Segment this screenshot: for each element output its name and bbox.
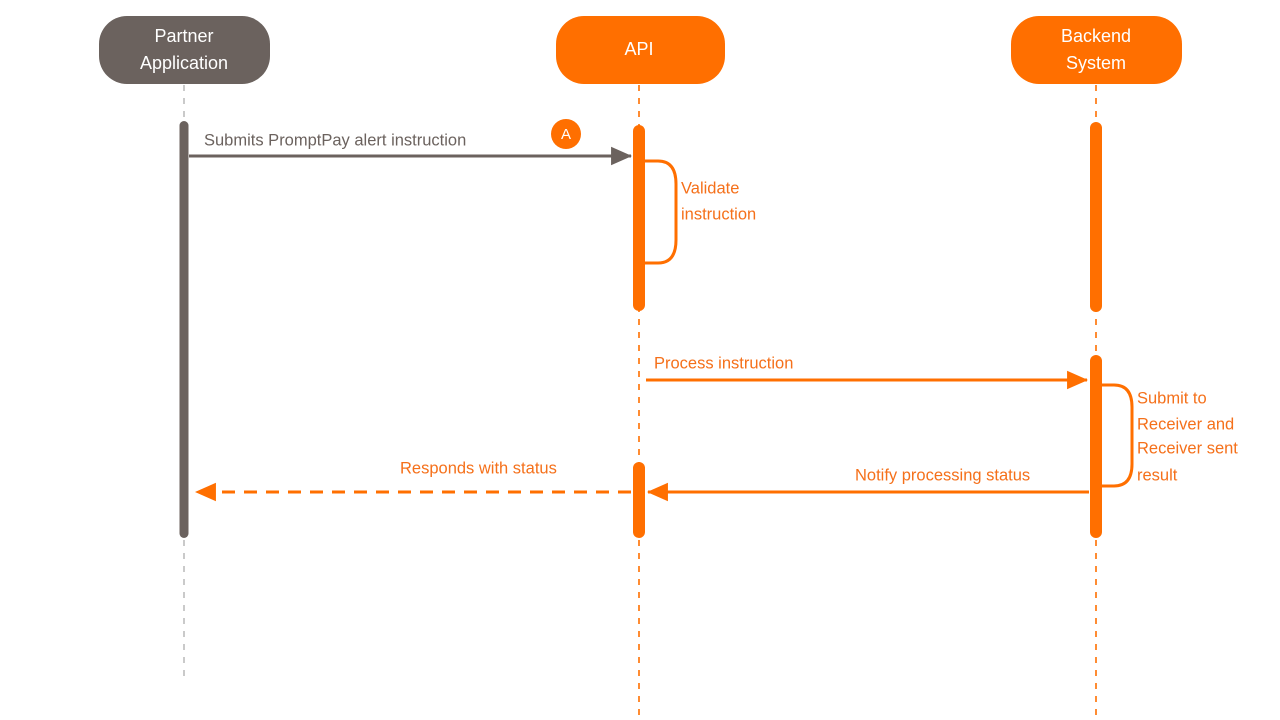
activation-bar-api-1 <box>633 125 645 311</box>
message-process[interactable]: Process instruction <box>646 354 1089 390</box>
badge-a[interactable]: A <box>551 119 581 149</box>
message-validate-label-line1: Validate <box>681 179 739 197</box>
actor-api-label-line1: API <box>624 39 653 59</box>
actor-backend-label-line2: System <box>1066 53 1126 73</box>
activation-bar-api-2 <box>633 462 645 538</box>
message-validate-label-line2: instruction <box>681 205 756 223</box>
actor-backend[interactable]: Backend System <box>1011 16 1182 84</box>
message-submit-receiver-label-line3: Receiver sent <box>1137 439 1238 457</box>
message-submit-receiver-label-line2: Receiver and <box>1137 415 1234 433</box>
message-submit-receiver-label-line4: result <box>1137 466 1178 484</box>
badge-a-label: A <box>561 126 571 143</box>
message-notify-label: Notify processing status <box>855 466 1030 484</box>
activation-bar-partner <box>179 121 189 538</box>
sequence-diagram-svg: Partner Application API Backend System S… <box>99 16 1238 716</box>
message-validate-selfloop <box>642 159 678 265</box>
sequence-diagram-canvas: Partner Application API Backend System S… <box>0 0 1280 720</box>
activation-bar-backend-1 <box>1090 122 1102 312</box>
message-validate[interactable]: Validate instruction <box>642 159 756 265</box>
message-responds-label: Responds with status <box>400 459 557 477</box>
message-submits-label: Submits PromptPay alert instruction <box>204 131 466 149</box>
message-responds[interactable]: Responds with status <box>194 459 631 502</box>
actor-partner-label-line2: Application <box>140 53 228 73</box>
actor-backend-label-line1: Backend <box>1061 26 1131 46</box>
message-submit-receiver-selfloop <box>1099 383 1134 488</box>
message-submit-receiver-label-line1: Submit to <box>1137 389 1207 407</box>
actor-partner-label-line1: Partner <box>154 26 213 46</box>
message-process-label: Process instruction <box>654 354 793 372</box>
activation-bar-backend-2 <box>1090 355 1102 538</box>
message-submit-receiver[interactable]: Submit to Receiver and Receiver sent res… <box>1099 383 1238 488</box>
actor-partner[interactable]: Partner Application <box>99 16 270 84</box>
message-notify[interactable]: Notify processing status <box>646 466 1089 502</box>
actor-api[interactable]: API <box>556 16 725 84</box>
